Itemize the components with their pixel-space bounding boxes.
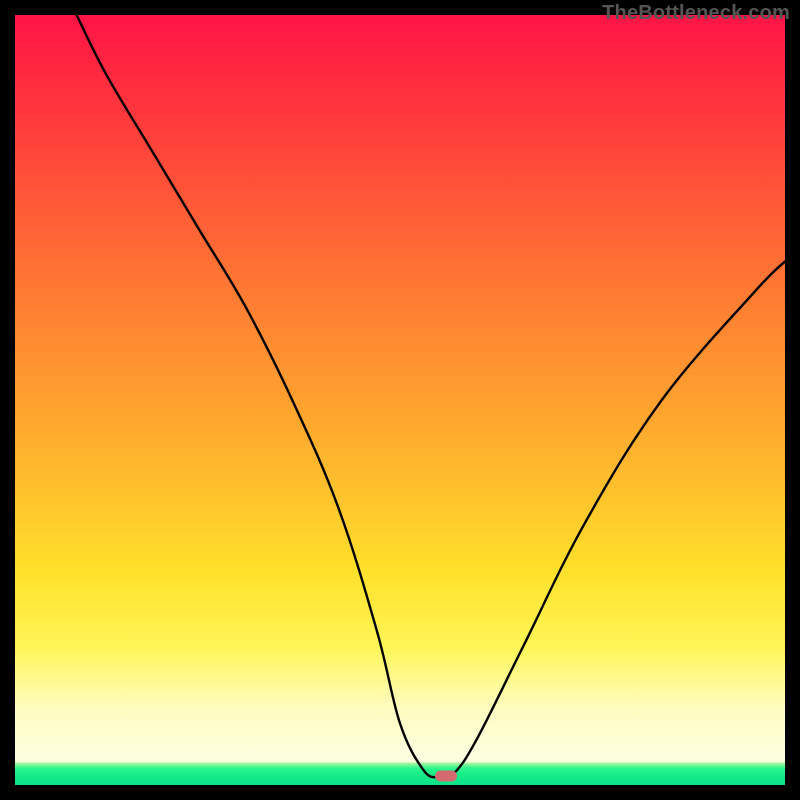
bottleneck-curve [15, 15, 785, 785]
chart-frame: TheBottleneck.com [0, 0, 800, 800]
watermark-text: TheBottleneck.com [602, 2, 790, 25]
dip-marker [435, 770, 457, 781]
plot-area [15, 15, 785, 785]
